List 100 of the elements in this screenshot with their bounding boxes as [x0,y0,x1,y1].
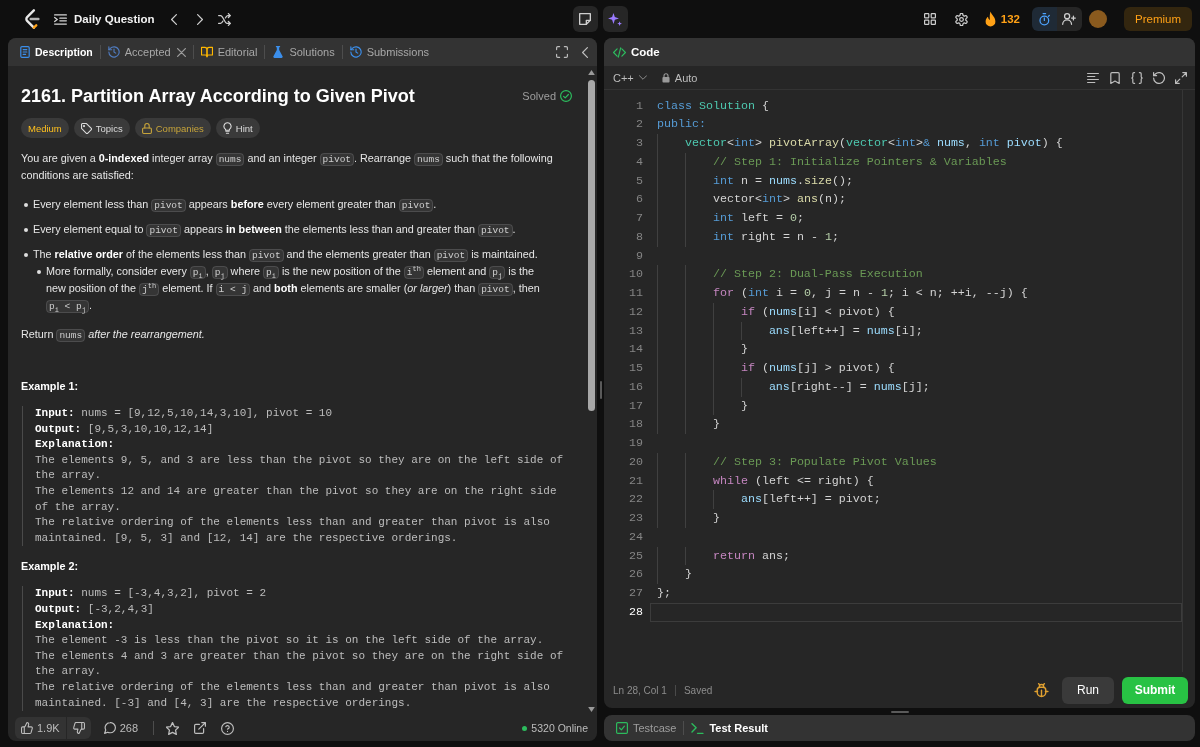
save-status: Saved [683,684,713,696]
panel-tab[interactable]: Accepted [103,41,175,63]
line-number: 15 [628,360,643,378]
streak-button[interactable]: 132 [984,11,1020,27]
panel-tab[interactable]: Description [15,41,97,63]
example-line: Input: nums = [-3,4,3,2], pivot = 2 [35,586,268,602]
debug-icon[interactable] [1034,682,1049,698]
line-number: 25 [628,547,643,565]
hint-button[interactable]: Hint [215,118,260,138]
premium-button[interactable]: Premium [1124,7,1192,31]
panel-tab[interactable]: Testcase [612,717,681,739]
chevron-left-icon[interactable] [170,13,177,25]
chevron-right-icon[interactable] [196,13,203,25]
dislike-button[interactable] [66,717,91,739]
avatar-icon[interactable] [1089,10,1107,28]
flask-icon [272,46,285,58]
code-line: vector<int> ans(n); [650,190,1182,210]
daily-question-button[interactable]: Daily Question [54,13,155,25]
bullet-icon [24,203,28,207]
line-number: 17 [628,397,643,415]
explanation-label: Explanation: [35,437,116,453]
resize-handle[interactable] [890,710,909,713]
help-icon[interactable] [221,721,234,735]
shuffle-icon[interactable] [217,12,231,26]
scroll-up-icon[interactable] [588,70,595,75]
close-icon[interactable] [176,47,186,57]
scrollbar-thumb[interactable] [588,80,595,411]
notes-button[interactable] [572,6,598,32]
code-line: int n = nums.size(); [650,171,1182,191]
braces-icon[interactable] [1131,71,1143,84]
ai-button[interactable] [602,6,628,32]
timer-button[interactable] [1032,7,1057,31]
comments-button[interactable]: 268 [103,717,138,739]
companies-button[interactable]: Companies [134,118,211,138]
explanation-text: The relative ordering of the elements less than and greater than pivot is also maintained. [-3] and [4, 3] are the respective orderings. [35,679,551,711]
list-item-text: The relative order of the elements less than pivot and the elements greater than pivot is maintained. [33,247,538,263]
mode-button[interactable]: Auto [661,71,698,84]
line-number: 19 [628,435,643,453]
explanation-text: The elements 9, 5, and 3 are less than the pivot so they are on the left side of the array. [35,452,565,484]
external-link-icon[interactable] [194,722,206,734]
lightbulb-icon [222,122,232,134]
line-number: 11 [628,285,643,303]
book-icon [200,46,213,58]
line-number: 14 [628,341,643,359]
settings-icon[interactable] [954,12,968,26]
panel-tab[interactable]: Editorial [196,41,262,63]
code-line: } [650,340,1182,360]
code-line: for (int i = 0, j = n - 1; i < n; ++i, --j) { [650,284,1182,303]
add-friend-button[interactable] [1057,7,1082,31]
panel-title: Code [631,46,660,58]
logo-icon[interactable] [24,9,41,29]
list-item-text: Every element equal to pivot appears in between the elements less than and greater than pivot . [33,222,516,238]
description-text: You are given a 0-indexed integer array nums and an integer pivot . Rearrange nums such that the following conditions are satisfied: [21,151,554,183]
code-line: } [650,415,1182,435]
explanation-text: The element -3 is less than the pivot so it is on the left side of the array. [35,633,545,649]
line-number: 1 [635,97,643,115]
chevron-left-icon[interactable] [582,46,588,58]
explanation-label: Explanation: [35,617,116,633]
panel-tab[interactable]: Solutions [268,41,339,63]
note-icon [579,13,591,25]
line-number: 18 [628,416,643,434]
lines-icon[interactable] [1087,71,1099,84]
topics-button[interactable]: Topics [73,118,130,138]
like-button[interactable]: 1.9K [15,717,66,739]
explanation-text: The relative ordering of the elements less than and greater than pivot is also maintained. [9, 5, 3] and [12, 14] are the respective orderings. [35,515,551,546]
line-number: 6 [635,191,643,209]
flame-icon [984,11,996,27]
code-line: vector<int> pivotArray(vector<int>& nums, int pivot) { [650,134,1182,153]
bookmark-icon[interactable] [1109,71,1121,84]
line-number: 16 [628,378,643,396]
bullet-icon [24,228,28,232]
code-line: ans[left++] = nums[i]; [650,321,1182,341]
fullscreen-icon[interactable] [556,46,568,58]
code-line: while (left <= right) { [650,471,1182,491]
star-icon[interactable] [166,721,179,735]
run-button[interactable]: Run [1062,676,1114,704]
expand-icon[interactable] [1175,71,1187,84]
code-line: ans[left++] = pivot; [650,490,1182,510]
panel-tab[interactable]: Test Result [687,717,772,739]
lock-icon [141,122,152,134]
undo-icon[interactable] [1153,71,1165,84]
terminal-icon [691,722,705,734]
grid-icon[interactable] [923,13,936,25]
line-number: 20 [628,453,643,471]
list-item-text: More formally, consider every p$_{i}$ , p$_{j}$ where p$_{i}$ is the new position of the i$^{th}$ element and p$_{j}$ is the new position of the j$^{th}$ element. If i < j and both elements are smaller (or larger) than pivot , then p$_{i}$ < p$_{j}$ . [46,263,541,314]
line-number: 21 [628,472,643,490]
line-number: 10 [628,266,643,284]
code-line: }; [656,585,672,603]
code-line: public: [656,116,707,134]
cursor-position: Ln 28, Col 1 [613,684,667,696]
scroll-down-icon[interactable] [588,707,595,712]
code-line: // Step 1: Initialize Pointers & Variables [650,152,1182,172]
line-number: 23 [628,510,643,528]
language-select[interactable]: C++ [613,71,647,84]
panel-tab[interactable]: Submissions [345,41,433,63]
code-line: return ans; [650,546,1182,566]
example-heading: Example 1: [21,379,79,394]
resize-handle[interactable] [599,380,602,399]
code-line: int right = n - 1; [650,227,1182,247]
solved-status: Solved [522,88,556,104]
